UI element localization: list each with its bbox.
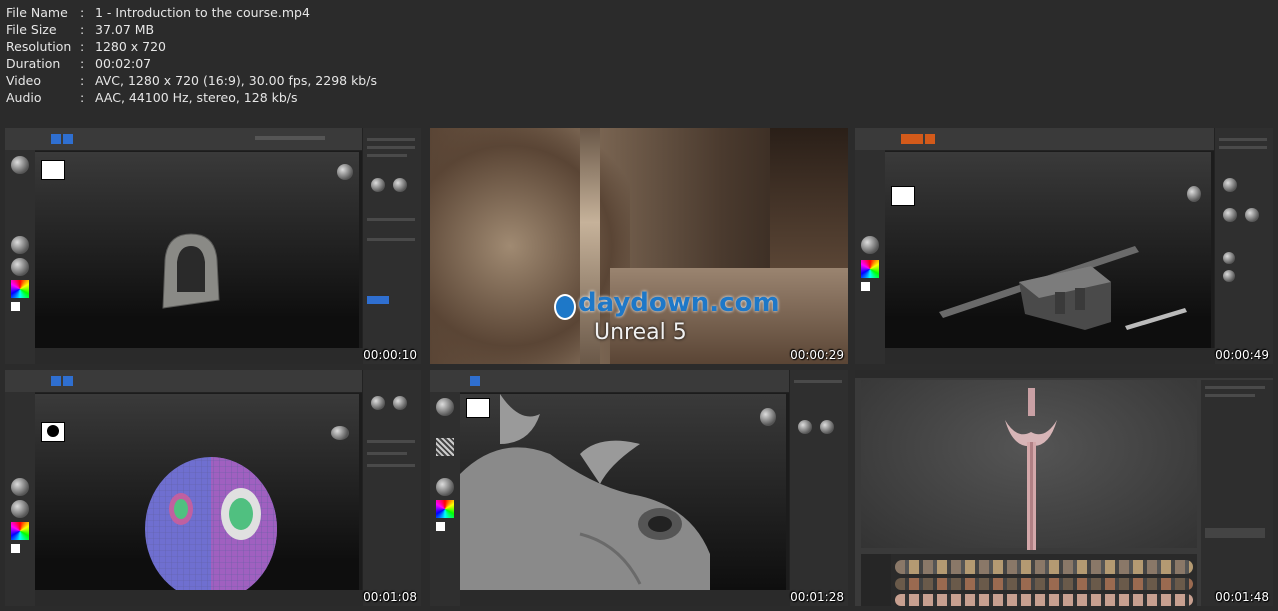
viewport <box>35 394 359 601</box>
sphere-model <box>145 457 277 601</box>
info-row-file-size: File Size:37.07 MB <box>6 22 155 37</box>
timestamp: 00:01:08 <box>363 590 417 604</box>
toolbar <box>855 128 1273 151</box>
toolbar <box>5 370 421 393</box>
thumbnail-5[interactable]: 00:01:28 <box>430 370 848 606</box>
bottom-shelf <box>35 590 363 606</box>
watermark-text: daydown.com <box>578 288 780 318</box>
materials-shelf <box>861 554 1197 606</box>
thumbnail-4[interactable]: 00:01:08 <box>5 370 421 606</box>
info-row-video: Video: AVC, 1280 x 720 (16:9), 30.00 fps,… <box>6 73 377 88</box>
thumbnail-6[interactable]: 00:01:48 <box>855 370 1273 606</box>
arch-model <box>162 233 220 309</box>
left-shelf <box>430 392 460 606</box>
toolbar <box>430 370 848 393</box>
sword-model <box>1005 388 1057 550</box>
thumbnail-3[interactable]: 00:00:49 <box>855 128 1273 364</box>
toolbar <box>5 128 421 151</box>
daydown-logo-icon <box>554 294 576 320</box>
info-row-resolution: Resolution:1280 x 720 <box>6 39 167 54</box>
timestamp: 00:01:28 <box>790 590 844 604</box>
timestamp: 00:00:29 <box>790 348 844 362</box>
menu-bar <box>855 370 1273 378</box>
viewport <box>35 152 359 348</box>
bottom-shelf <box>885 348 1215 364</box>
left-shelf <box>5 392 35 606</box>
info-row-audio: Audio: AAC, 44100 Hz, stereo, 128 kb/s <box>6 90 298 105</box>
dark-wall <box>770 128 848 268</box>
timestamp: 00:00:10 <box>363 348 417 362</box>
thumbnail-2[interactable]: daydown.com Unreal 5 00:00:29 <box>430 128 848 364</box>
timestamp: 00:01:48 <box>1215 590 1269 604</box>
right-panel <box>362 128 421 364</box>
info-row-duration: Duration:00:02:07 <box>6 56 152 71</box>
info-row-file-name: File Name:1 - Introduction to the course… <box>6 5 310 20</box>
timestamp: 00:00:49 <box>1215 348 1269 362</box>
viewport <box>460 394 786 590</box>
bottom-shelf <box>460 590 790 606</box>
file-info: File Name:1 - Introduction to the course… <box>6 4 377 106</box>
block-model <box>939 246 1187 330</box>
right-panel <box>1201 380 1273 606</box>
right-panel <box>789 370 848 606</box>
right-panel <box>362 370 421 606</box>
viewport <box>861 380 1197 550</box>
viewport <box>885 152 1211 348</box>
subtitle-text: Unreal 5 <box>594 320 687 345</box>
right-panel <box>1214 128 1273 364</box>
creature-model <box>460 394 710 590</box>
bottom-shelf <box>35 348 363 364</box>
left-shelf <box>5 150 35 364</box>
left-shelf <box>855 150 885 364</box>
thumbnail-1[interactable]: 00:00:10 <box>5 128 421 364</box>
